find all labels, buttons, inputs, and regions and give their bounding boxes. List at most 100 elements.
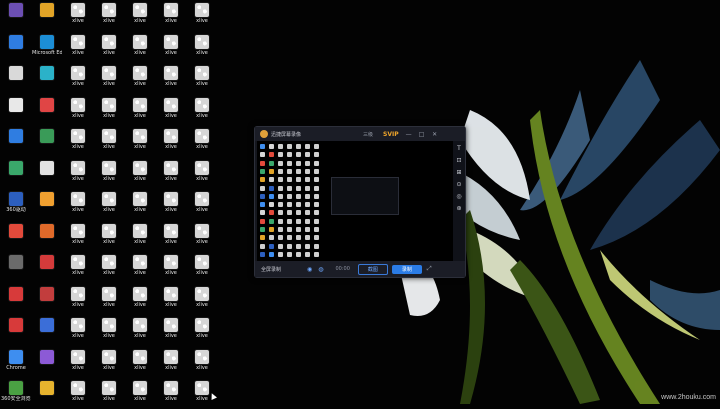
screenshot-button[interactable]: 截图 [357, 263, 388, 275]
screen-recorder-window[interactable]: 迅捷屏幕录像 三级 SVIP — □ ✕ T ⊡ ⊞ ⊙ ◎ ⊛ 全屏录制 ◉ … [254, 126, 466, 278]
desktop-file[interactable]: xlive [125, 253, 155, 283]
desktop-file[interactable]: xlive [187, 285, 217, 315]
desktop-shortcut[interactable] [1, 1, 31, 31]
desktop-file[interactable]: xlive [94, 96, 124, 126]
desktop-shortcut[interactable] [32, 316, 62, 346]
desktop-file[interactable]: xlive [187, 316, 217, 346]
desktop-shortcut[interactable] [1, 64, 31, 94]
desktop-shortcut[interactable] [1, 127, 31, 157]
close-button[interactable]: ✕ [432, 131, 438, 138]
desktop-file[interactable]: xlive [94, 1, 124, 31]
desktop-file[interactable]: xlive [63, 253, 93, 283]
desktop-file[interactable]: xlive [187, 159, 217, 189]
desktop-file[interactable]: xlive [125, 316, 155, 346]
desktop-file[interactable]: xlive [156, 33, 186, 63]
desktop-file[interactable]: xlive [187, 1, 217, 31]
layout-tool-icon[interactable]: ⊞ [456, 169, 461, 177]
desktop-file[interactable]: xlive [94, 159, 124, 189]
desktop-file[interactable]: xlive [63, 316, 93, 346]
desktop-file[interactable]: xlive [125, 190, 155, 220]
desktop-shortcut[interactable] [32, 379, 62, 409]
desktop-file[interactable]: xlive [187, 348, 217, 378]
area-tool-icon[interactable]: ⊡ [456, 157, 461, 165]
desktop-shortcut[interactable] [32, 96, 62, 126]
desktop-file[interactable]: xlive [63, 127, 93, 157]
recorder-title-bar[interactable]: 迅捷屏幕录像 三级 SVIP — □ ✕ [255, 127, 465, 141]
desktop-file[interactable]: xlive [125, 285, 155, 315]
svip-badge[interactable]: SVIP [383, 131, 399, 138]
desktop-shortcut[interactable] [1, 222, 31, 252]
record-button[interactable]: 录制 [391, 264, 422, 274]
desktop-file[interactable]: xlive [63, 33, 93, 63]
desktop-file[interactable]: xlive [125, 96, 155, 126]
desktop-file[interactable]: xlive [94, 190, 124, 220]
desktop-file[interactable]: xlive [63, 190, 93, 220]
record-tool-icon[interactable]: ◎ [456, 193, 461, 201]
recorder-menu[interactable]: 三级 [363, 131, 373, 138]
desktop-shortcut[interactable] [32, 348, 62, 378]
desktop-file[interactable]: xlive [125, 33, 155, 63]
settings-tool-icon[interactable]: ⊛ [456, 205, 461, 213]
desktop-file[interactable]: xlive [63, 379, 93, 409]
desktop-file[interactable]: xlive [63, 159, 93, 189]
desktop-shortcut[interactable] [32, 253, 62, 283]
desktop-file[interactable]: xlive [187, 253, 217, 283]
screen-selector[interactable]: 全屏录制 [261, 266, 301, 273]
desktop-shortcut[interactable]: Chrome [1, 348, 31, 378]
expand-icon[interactable]: ⤢ [427, 265, 432, 273]
desktop-file[interactable]: xlive [156, 1, 186, 31]
desktop-shortcut[interactable]: Microsoft Edge [32, 33, 62, 63]
desktop-file[interactable]: xlive [187, 96, 217, 126]
desktop-file[interactable]: xlive [94, 316, 124, 346]
desktop-file[interactable]: xlive [156, 190, 186, 220]
desktop-file[interactable]: xlive [125, 64, 155, 94]
desktop-file[interactable]: xlive [94, 64, 124, 94]
desktop-file[interactable]: xlive [125, 222, 155, 252]
desktop-file[interactable]: xlive [156, 96, 186, 126]
desktop-file[interactable]: xlive [94, 285, 124, 315]
desktop-file[interactable]: xlive [187, 190, 217, 220]
desktop-file[interactable]: xlive [125, 348, 155, 378]
desktop-file[interactable]: xlive [63, 285, 93, 315]
desktop-file[interactable]: xlive [125, 127, 155, 157]
desktop-file[interactable]: xlive [63, 1, 93, 31]
avatar[interactable] [260, 130, 268, 138]
desktop-file[interactable]: xlive [187, 222, 217, 252]
desktop-file[interactable]: xlive [94, 222, 124, 252]
desktop-file[interactable]: xlive [187, 127, 217, 157]
desktop-file[interactable]: xlive [94, 253, 124, 283]
desktop-file[interactable]: xlive [94, 127, 124, 157]
desktop-shortcut[interactable] [1, 159, 31, 189]
desktop-file[interactable]: xlive [94, 379, 124, 409]
desktop-shortcut[interactable] [32, 190, 62, 220]
desktop-file[interactable]: xlive [156, 316, 186, 346]
desktop-file[interactable]: xlive [187, 64, 217, 94]
desktop-shortcut[interactable] [1, 33, 31, 63]
desktop-file[interactable]: xlive [63, 222, 93, 252]
desktop-file[interactable]: xlive [94, 348, 124, 378]
camera-tool-icon[interactable]: ⊙ [456, 181, 461, 189]
desktop-file[interactable]: xlive [125, 1, 155, 31]
desktop-file[interactable]: xlive [156, 127, 186, 157]
desktop-file[interactable]: xlive [156, 64, 186, 94]
minimize-button[interactable]: — [406, 131, 412, 138]
desktop-file[interactable]: xlive [156, 379, 186, 409]
desktop-file[interactable]: xlive [94, 33, 124, 63]
desktop-file[interactable]: xlive [63, 348, 93, 378]
desktop-file[interactable]: xlive [156, 159, 186, 189]
text-tool-icon[interactable]: T [457, 145, 461, 153]
desktop-file[interactable]: xlive [156, 348, 186, 378]
desktop-shortcut[interactable]: 360安全浏览器 [1, 379, 31, 409]
maximize-button[interactable]: □ [419, 131, 425, 138]
desktop-file[interactable]: xlive [125, 159, 155, 189]
desktop-shortcut[interactable] [1, 285, 31, 315]
desktop-file[interactable]: xlive [156, 285, 186, 315]
desktop-shortcut[interactable] [32, 159, 62, 189]
microphone-icon[interactable]: ◉ [307, 266, 312, 273]
desktop-file[interactable]: xlive [125, 379, 155, 409]
desktop-shortcut[interactable] [32, 222, 62, 252]
desktop-file[interactable]: xlive [63, 96, 93, 126]
desktop-shortcut[interactable] [32, 64, 62, 94]
desktop-shortcut[interactable] [1, 96, 31, 126]
desktop-file[interactable]: xlive [156, 253, 186, 283]
